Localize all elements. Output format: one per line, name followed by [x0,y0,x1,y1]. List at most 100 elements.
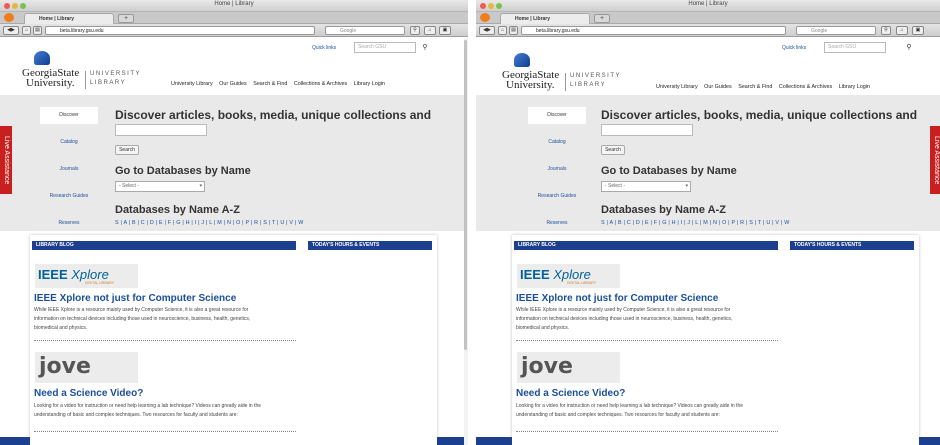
sidebar-item-discover[interactable]: Discover [40,107,98,124]
menu-icon[interactable]: ▣ [912,26,924,35]
back-forward-icon[interactable]: ◀▶ [3,26,19,35]
browser-tab[interactable]: Home | Library [24,13,114,24]
nav-collections-archives[interactable]: Collections & Archives [779,84,832,90]
nav-search-find[interactable]: Search & Find [253,81,287,87]
library-page: Quick links Search GSU ⚲ GeorgiaState Un… [476,38,940,445]
search-icon[interactable]: ⚲ [410,26,420,35]
bookmarks-icon[interactable]: ▤ [509,26,518,35]
discover-search-input[interactable] [601,124,693,136]
home-button-icon[interactable]: ⌂ [424,26,436,35]
sidebar-item-reserves[interactable]: Reserves [40,215,98,232]
post-title-jove[interactable]: Need a Science Video? [516,388,625,399]
post-title-ieee[interactable]: IEEE Xplore not just for Computer Scienc… [34,293,236,304]
gsu-logo-line2: University. [26,77,75,89]
live-assistance-tab[interactable]: Live Assistance [0,126,12,194]
nav-library-login[interactable]: Library Login [354,81,385,87]
search-engine-field[interactable]: Google [796,26,876,35]
main-nav: University Library Our Guides Search & F… [656,84,875,90]
footer-stripe-left [476,437,512,445]
database-select[interactable]: - Select - ▾ [601,181,691,192]
jove-logo-text: jove [39,354,91,379]
sidebar-item-journals[interactable]: Journals [528,161,586,178]
database-select[interactable]: - Select - ▾ [115,181,205,192]
post-text-jove-2: understanding of basic and complex techn… [516,412,720,418]
nav-collections-archives[interactable]: Collections & Archives [294,81,347,87]
search-icon[interactable]: ⚲ [904,43,914,52]
search-icon[interactable]: ⚲ [881,26,891,35]
az-heading: Databases by Name A-Z [601,204,726,216]
home-icon[interactable]: ⌂ [498,26,507,35]
discover-search-button[interactable]: Search [601,145,625,155]
databases-heading: Go to Databases by Name [115,165,251,177]
post-text-ieee-2: information on technical devices includi… [34,316,251,322]
ieee-xplore-logo[interactable]: IEEE Xplore DIGITAL LIBRARY [35,264,138,288]
window-title: Home | Library [214,1,254,7]
url-text: beta.library.gsu.edu [536,28,580,34]
jove-logo[interactable]: jove [35,352,138,383]
jove-logo-text: jove [521,354,573,379]
ieee-xplore-logo[interactable]: IEEE Xplore DIGITAL LIBRARY [517,264,620,288]
sidebar-item-catalog[interactable]: Catalog [528,134,586,151]
live-assistance-tab[interactable]: Live Assistance [930,126,940,194]
database-select-value: - Select - [119,183,140,189]
nav-our-guides[interactable]: Our Guides [219,81,247,87]
sidebar-item-catalog[interactable]: Catalog [40,134,98,151]
search-engine-field[interactable]: Google [325,26,405,35]
nav-university-library[interactable]: University Library [171,81,213,87]
url-bar[interactable]: beta.library.gsu.edu [45,26,315,35]
browser-window-left: Home | Library Home | Library + ◀▶ ⌂ ▤ b… [0,0,468,445]
nav-university-library[interactable]: University Library [656,84,698,90]
az-letter-links[interactable]: S | A | B | C | D | E | F | G | H | I | … [601,220,790,226]
post-text-ieee-1: While IEEE Xplore is a resource mainly u… [516,307,731,313]
post-text-ieee-3: biomedical and physics. [516,325,570,331]
browser-tab[interactable]: Home | Library [500,13,590,24]
post-text-jove-1: Looking for a video for instruction or n… [34,403,262,409]
sidebar-item-reserves[interactable]: Reserves [528,215,586,232]
footer-stripe-right [919,437,940,445]
jove-logo[interactable]: jove [517,352,620,383]
home-icon[interactable]: ⌂ [22,26,31,35]
home-button-icon[interactable]: ⌂ [896,26,908,35]
post-title-ieee[interactable]: IEEE Xplore not just for Computer Scienc… [516,293,718,304]
new-tab-button[interactable]: + [118,14,134,23]
menu-icon[interactable]: ▣ [439,26,451,35]
logo-divider [85,71,86,89]
sidebar-item-discover[interactable]: Discover [528,107,586,124]
nav-library-login[interactable]: Library Login [839,84,870,90]
hours-events-header: TODAY'S HOURS & EVENTS [790,241,914,250]
discover-search-button[interactable]: Search [115,145,139,155]
logo-unit-line2: LIBRARY [90,80,127,86]
search-icon[interactable]: ⚲ [420,43,430,52]
bookmarks-icon[interactable]: ▤ [33,26,42,35]
scrollbar-thumb[interactable] [464,40,467,350]
nav-search-find[interactable]: Search & Find [738,84,772,90]
new-tab-button[interactable]: + [594,14,610,23]
browser-window-right: Home | Library Home | Library + ◀▶ ⌂ ▤ b… [476,0,940,445]
hours-events-header: TODAY'S HOURS & EVENTS [308,241,432,250]
sidebar-item-journals[interactable]: Journals [40,161,98,178]
search-engine-label: Google [811,28,828,34]
url-bar[interactable]: beta.library.gsu.edu [521,26,786,35]
back-forward-icon[interactable]: ◀▶ [479,26,495,35]
logo-unit-line1: UNIVERSITY [90,71,142,77]
firefox-icon [4,13,14,22]
gsu-search-input[interactable]: Search GSU [824,42,886,53]
tab-bar: Home | Library + [476,12,940,24]
gsu-search-input[interactable]: Search GSU [354,42,416,53]
post-title-jove[interactable]: Need a Science Video? [34,388,143,399]
az-letter-links[interactable]: S | A | B | C | D | E | F | G | H | I | … [115,220,304,226]
url-text: beta.library.gsu.edu [60,28,104,34]
navigation-bar: ◀▶ ⌂ ▤ beta.library.gsu.edu Google ⚲ ⌂ ▣ [0,24,468,37]
post-divider [34,340,296,341]
sidebar-item-research-guides[interactable]: Research Guides [40,188,98,205]
sidebar-nav: Discover Catalog Journals Research Guide… [528,107,586,242]
quick-links[interactable]: Quick links [312,45,336,51]
nav-our-guides[interactable]: Our Guides [704,84,732,90]
ieee-logo-text: IEEE Xplore [38,267,109,282]
chevron-down-icon: ▾ [685,183,688,189]
window-gap [468,0,476,445]
discover-search-input[interactable] [115,124,207,136]
library-page: Quick links Search GSU ⚲ GeorgiaState Un… [0,38,468,445]
quick-links[interactable]: Quick links [782,45,806,51]
sidebar-item-research-guides[interactable]: Research Guides [528,188,586,205]
